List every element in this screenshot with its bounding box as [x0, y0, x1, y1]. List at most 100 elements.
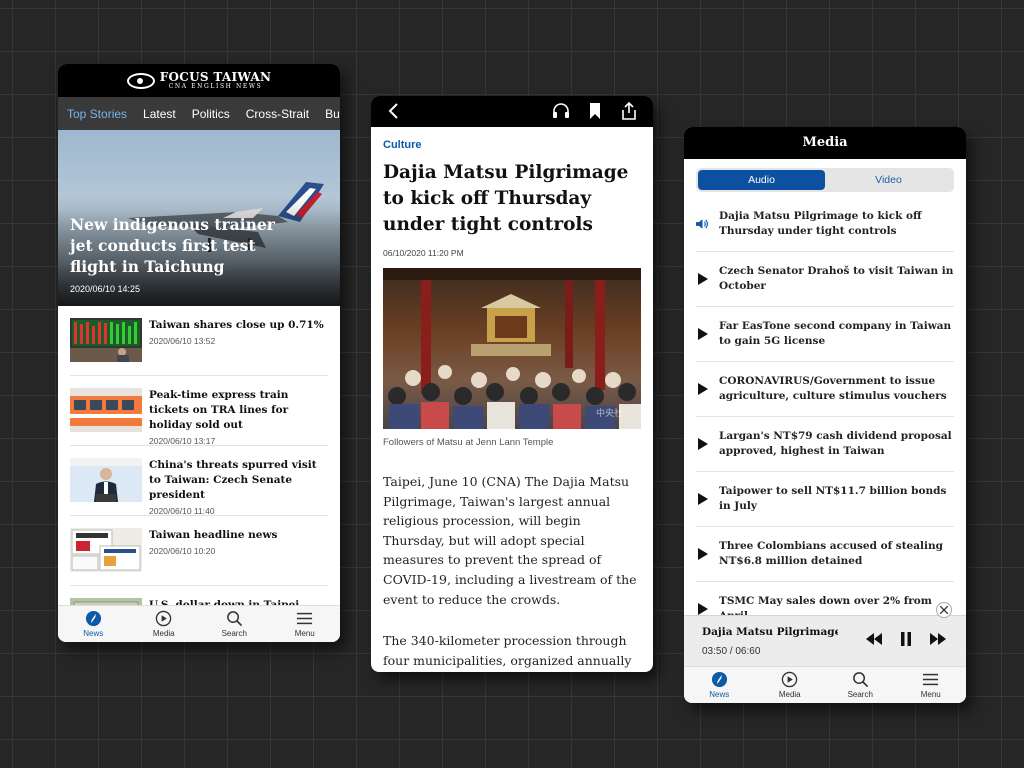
list-item[interactable]: China's threats spurred visit to Taiwan:…	[70, 446, 328, 516]
nav-menu-label: Menu	[294, 629, 315, 638]
news-list: Taiwan shares close up 0.71% 2020/06/10 …	[58, 306, 340, 642]
list-item[interactable]: CORONAVIRUS/Government to issue agricult…	[696, 362, 954, 417]
bottom-navigation: News Media Search Menu	[684, 666, 966, 703]
tab-latest[interactable]: Latest	[143, 107, 176, 121]
nav-media[interactable]: Media	[765, 671, 815, 699]
list-item[interactable]: Dajia Matsu Pilgrimage to kick off Thurs…	[696, 197, 954, 252]
article-body: Culture Dajia Matsu Pilgrimage to kick o…	[371, 127, 653, 672]
article-toolbar	[371, 96, 653, 127]
list-item-title: Dajia Matsu Pilgrimage to kick off Thurs…	[719, 210, 922, 237]
nav-menu-label: Menu	[920, 690, 941, 699]
share-icon[interactable]	[620, 102, 638, 120]
list-item[interactable]: Taipower to sell NT$11.7 billion bonds i…	[696, 472, 954, 527]
temple-crowd-image	[383, 268, 641, 429]
list-item-date: 2020/06/10 10:20	[149, 546, 216, 556]
nav-news-label: News	[709, 690, 730, 699]
list-item-title: Three Colombians accused of stealing NT$…	[719, 540, 943, 567]
nav-news-label: News	[83, 629, 104, 638]
photo-watermark: 中央社	[595, 409, 623, 419]
play-circle-icon	[156, 610, 172, 627]
list-item-title: Peak-time express train tickets on TRA l…	[149, 389, 289, 431]
hamburger-menu-icon	[297, 612, 313, 625]
nav-menu[interactable]: Menu	[280, 610, 330, 638]
list-item-title: Largan's NT$79 cash dividend proposal ap…	[719, 430, 952, 457]
headphones-icon[interactable]	[552, 102, 570, 120]
list-item[interactable]: Far EasTone second company in Taiwan to …	[696, 307, 954, 362]
player-time: 03:50 / 06:60	[702, 646, 761, 657]
list-item-date: 2020/06/10 13:17	[149, 436, 216, 446]
list-item-title: Far EasTone second company in Taiwan to …	[719, 320, 952, 347]
nav-news[interactable]: News	[68, 610, 118, 638]
list-item[interactable]: Taiwan headline news 2020/06/10 10:20	[70, 516, 328, 586]
close-player-button[interactable]	[936, 602, 952, 618]
media-type-segmented-control: Audio Video	[696, 168, 954, 192]
segment-audio[interactable]: Audio	[698, 170, 825, 190]
hero-title: New indigenous trainer jet conducts firs…	[70, 215, 275, 276]
list-item[interactable]: Three Colombians accused of stealing NT$…	[696, 527, 954, 582]
article-title: Dajia Matsu Pilgrimage to kick off Thurs…	[383, 162, 629, 235]
nav-menu[interactable]: Menu	[906, 671, 956, 699]
list-item[interactable]: Czech Senator Drahoš to visit Taiwan in …	[696, 252, 954, 307]
article-category[interactable]: Culture	[383, 139, 641, 151]
tab-top-stories[interactable]: Top Stories	[67, 107, 127, 121]
rewind-icon[interactable]	[865, 631, 883, 647]
search-icon	[852, 672, 868, 688]
fast-forward-icon[interactable]	[929, 631, 947, 647]
nav-search[interactable]: Search	[209, 610, 259, 638]
nav-search[interactable]: Search	[835, 671, 885, 699]
compass-icon	[85, 610, 101, 627]
list-item-title: Taipower to sell NT$11.7 billion bonds i…	[719, 485, 947, 512]
play-icon[interactable]	[697, 493, 708, 505]
list-item[interactable]: Taiwan shares close up 0.71% 2020/06/10 …	[70, 306, 328, 376]
play-icon[interactable]	[697, 548, 708, 560]
compass-icon	[711, 671, 727, 688]
nav-media[interactable]: Media	[139, 610, 189, 638]
hero-story[interactable]: New indigenous trainer jet conducts firs…	[58, 130, 340, 306]
list-item-title: Taiwan headline news	[149, 529, 278, 541]
list-item-title: Taiwan shares close up 0.71%	[149, 319, 324, 331]
pause-icon[interactable]	[899, 631, 913, 647]
play-icon[interactable]	[697, 383, 708, 395]
play-icon[interactable]	[697, 603, 708, 615]
czech-senate-thumbnail	[70, 458, 142, 502]
stock-board-thumbnail	[70, 318, 142, 362]
article-paragraph: Taipei, June 10 (CNA) The Dajia Matsu Pi…	[383, 474, 637, 607]
search-icon	[226, 611, 242, 627]
article-date: 06/10/2020 11:20 PM	[383, 248, 464, 258]
list-item[interactable]: Peak-time express train tickets on TRA l…	[70, 376, 328, 446]
nav-news[interactable]: News	[694, 671, 744, 699]
logo-main-text: FOCUS TAIWAN	[159, 70, 272, 84]
hamburger-menu-icon	[923, 673, 939, 686]
close-icon	[940, 606, 948, 614]
train-thumbnail	[70, 388, 142, 432]
media-page-title: Media	[684, 127, 966, 159]
play-icon[interactable]	[697, 273, 708, 285]
bottom-navigation: News Media Search Menu	[58, 605, 340, 642]
tab-cross-strait[interactable]: Cross-Strait	[246, 107, 309, 121]
bookmark-icon[interactable]	[586, 102, 604, 120]
photo-caption: Followers of Matsu at Jenn Lann Temple	[383, 437, 554, 448]
article-paragraph: The 340-kilometer procession through fou…	[383, 633, 632, 668]
player-track-title: Dajia Matsu Pilgrimage to kick off Thurs…	[702, 626, 838, 638]
tab-politics[interactable]: Politics	[192, 107, 230, 121]
tab-business[interactable]: Business	[325, 107, 340, 121]
list-item[interactable]: Largan's NT$79 cash dividend proposal ap…	[696, 417, 954, 472]
list-item-date: 2020/06/10 13:52	[149, 336, 216, 346]
article-photo: 中央社	[383, 268, 641, 429]
phone-media: Media Audio Video Dajia Matsu Pilgrimage…	[684, 127, 966, 703]
segment-video[interactable]: Video	[825, 170, 952, 190]
play-icon[interactable]	[697, 438, 708, 450]
list-item-date: 2020/06/10 11:40	[149, 506, 215, 516]
nav-search-label: Search	[221, 629, 247, 638]
app-header: FOCUS TAIWAN CNA ENGLISH NEWS	[58, 64, 340, 97]
back-arrow-icon[interactable]	[385, 102, 403, 120]
nav-search-label: Search	[847, 690, 873, 699]
logo-eye-icon	[126, 72, 155, 89]
nav-media-label: Media	[778, 690, 801, 699]
logo: FOCUS TAIWAN CNA ENGLISH NEWS	[160, 71, 272, 90]
audio-list: Dajia Matsu Pilgrimage to kick off Thurs…	[684, 197, 966, 637]
play-icon[interactable]	[697, 328, 708, 340]
play-circle-icon	[782, 671, 798, 688]
speaker-playing-icon	[696, 219, 708, 229]
category-tabs: Top Stories Latest Politics Cross-Strait…	[58, 97, 340, 130]
